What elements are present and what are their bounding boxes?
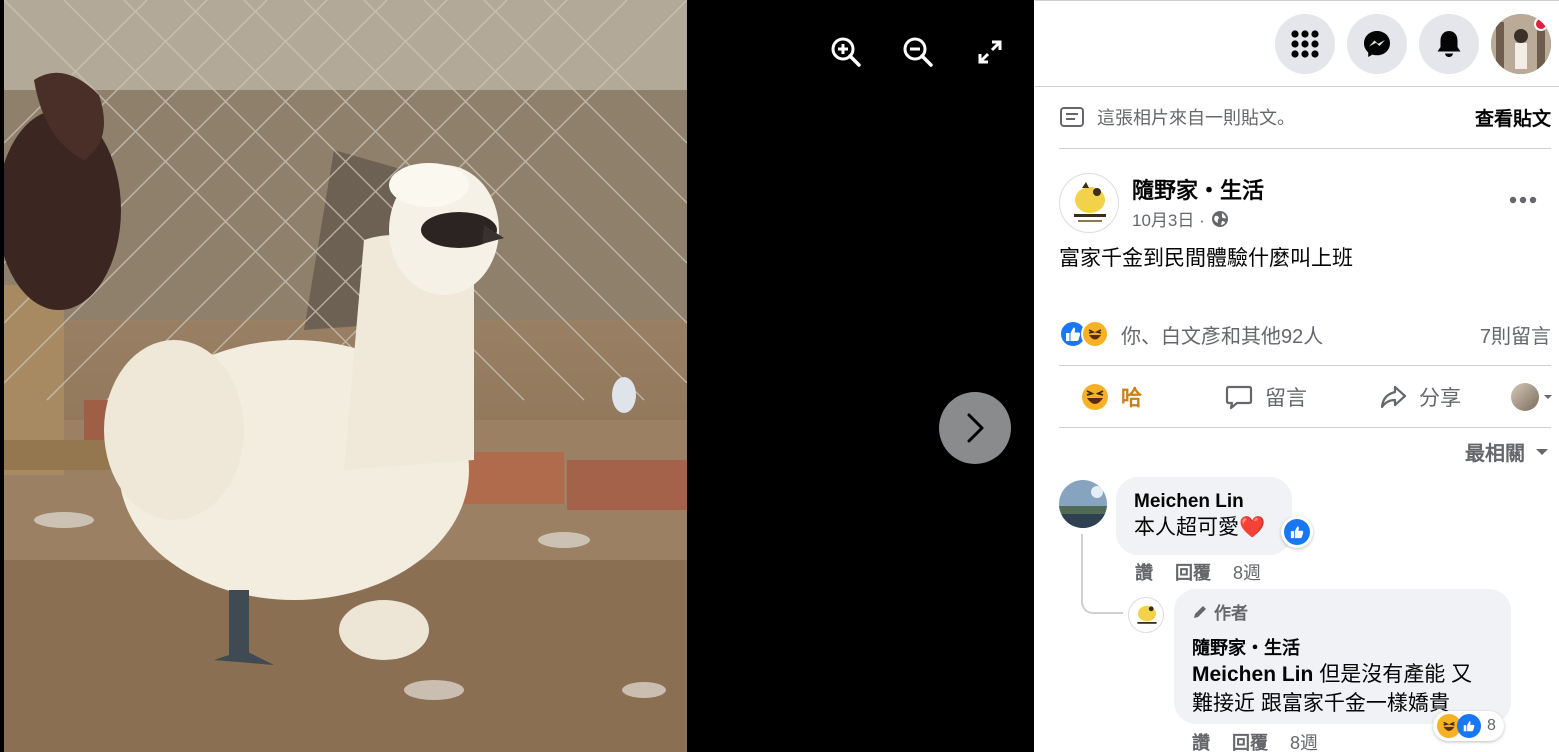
reply-like-link[interactable]: 讚 — [1192, 729, 1210, 752]
like-reaction-icon — [1457, 714, 1481, 738]
sort-label: 最相關 — [1465, 443, 1525, 465]
notifications-button[interactable] — [1419, 14, 1479, 74]
chevron-right-icon — [967, 413, 984, 443]
post-caption: 富家千金到民間體驗什麼叫上班 — [1059, 247, 1353, 270]
account-avatar[interactable] — [1491, 14, 1551, 74]
reply-reply-link[interactable]: 回覆 — [1232, 729, 1268, 752]
reply-actions: 讚 回覆 8週 — [1192, 729, 1318, 752]
post-icon — [1060, 107, 1084, 127]
post-panel: 這張相片來自一則貼文。 查看貼文 隨野家・生活 10月3日 · 富家千金到民間體… — [1035, 0, 1559, 752]
menu-grid-icon — [1291, 30, 1319, 58]
reaction-names[interactable]: 你、白文彥和其他92人 — [1121, 320, 1323, 349]
reply-author-avatar[interactable] — [1128, 597, 1164, 633]
post-meta: 10月3日 · — [1132, 206, 1229, 231]
avatar-photo — [1059, 480, 1107, 528]
author-badge-label: 作者 — [1214, 604, 1248, 623]
page-logo-icon — [1137, 605, 1157, 624]
caret-down-icon — [1536, 448, 1548, 455]
author-badge: 作者 — [1192, 599, 1493, 624]
reactions-summary: 你、白文彥和其他92人 7則留言 — [1059, 319, 1551, 349]
comment-icon — [1225, 385, 1253, 410]
from-post-notice: 這張相片來自一則貼文。 查看貼文 — [1059, 97, 1551, 137]
zoom-out-icon — [903, 37, 933, 67]
comment-text: 本人超可愛❤️ — [1134, 516, 1266, 539]
comment-time[interactable]: 8週 — [1233, 559, 1261, 585]
photo-illustration — [4, 0, 687, 752]
comment-reaction-badge[interactable] — [1281, 516, 1313, 548]
page-avatar[interactable] — [1059, 173, 1119, 233]
messenger-button[interactable] — [1347, 14, 1407, 74]
bell-icon — [1437, 31, 1461, 57]
post-date[interactable]: 10月3日 · — [1132, 206, 1205, 231]
reply-author[interactable]: 隨野家・生活 — [1192, 634, 1493, 660]
photo-viewer — [0, 0, 1034, 752]
top-bar — [1035, 1, 1559, 87]
chevron-down-icon — [1544, 395, 1552, 399]
more-horizontal-icon — [1509, 196, 1537, 204]
comment-actions: 讚 回覆 8週 — [1135, 559, 1261, 585]
comment-like-link[interactable]: 讚 — [1135, 559, 1153, 585]
comment-reply-link[interactable]: 回覆 — [1175, 559, 1211, 585]
mention-link[interactable]: Meichen Lin — [1192, 663, 1313, 686]
comment-sort-dropdown[interactable]: 最相關 — [1465, 437, 1549, 466]
comment-label: 留言 — [1265, 387, 1307, 410]
page-name-link[interactable]: 隨野家・生活 — [1132, 173, 1264, 205]
more-options-button[interactable] — [1505, 185, 1541, 215]
divider — [1059, 148, 1551, 149]
zoom-out-button[interactable] — [900, 34, 936, 70]
thumbs-up-icon — [1066, 327, 1081, 341]
reaction-profile-selector[interactable] — [1511, 383, 1553, 411]
comments-count[interactable]: 7則留言 — [1480, 320, 1551, 349]
globe-icon — [1211, 210, 1228, 227]
pencil-icon — [1194, 605, 1206, 618]
view-post-link[interactable]: 查看貼文 — [1475, 104, 1551, 131]
share-button[interactable]: 分享 — [1379, 382, 1461, 412]
photo — [4, 0, 687, 752]
fullscreen-button[interactable] — [972, 34, 1008, 70]
thumbs-up-icon — [1290, 526, 1304, 539]
next-photo-button[interactable] — [939, 392, 1011, 464]
like-reaction-icon — [1284, 519, 1310, 545]
from-post-text: 這張相片來自一則貼文。 — [1097, 108, 1295, 128]
avatar — [1511, 383, 1539, 411]
divider — [1059, 427, 1551, 428]
comment-bubble: Meichen Lin 本人超可愛❤️ — [1116, 477, 1292, 555]
comment-button[interactable]: 留言 — [1225, 382, 1307, 412]
reply-text-block: Meichen Lin 但是沒有產能 又難接近 跟富家千金一樣嬌貴 — [1192, 660, 1493, 718]
thumbs-up-icon — [1463, 721, 1475, 732]
zoom-in-button[interactable] — [828, 34, 864, 70]
reaction-count-number: 8 — [1487, 717, 1496, 734]
haha-icon — [1443, 721, 1455, 731]
reply-bubble: 作者 隨野家・生活 Meichen Lin 但是沒有產能 又難接近 跟富家千金一… — [1174, 589, 1511, 724]
notification-dot — [1534, 17, 1548, 31]
post-actions: 哈 留言 分享 — [1059, 367, 1559, 427]
thread-line — [1081, 534, 1123, 614]
menu-button[interactable] — [1275, 14, 1335, 74]
zoom-in-icon — [831, 37, 861, 67]
share-label: 分享 — [1419, 387, 1461, 410]
comment-author[interactable]: Meichen Lin — [1134, 491, 1274, 513]
messenger-icon — [1364, 31, 1390, 57]
haha-label: 哈 — [1121, 387, 1142, 410]
share-icon — [1380, 385, 1407, 409]
haha-icon — [1088, 329, 1102, 340]
divider — [1059, 365, 1551, 366]
haha-button[interactable]: 哈 — [1081, 382, 1142, 412]
expand-icon — [978, 40, 1002, 64]
page-logo-icon — [1074, 182, 1106, 222]
reply-reaction-count[interactable]: 8 — [1433, 711, 1504, 741]
commenter-avatar[interactable] — [1059, 480, 1107, 528]
haha-reaction-icon[interactable] — [1081, 320, 1109, 348]
haha-icon — [1082, 384, 1108, 410]
reply-time[interactable]: 8週 — [1290, 729, 1318, 752]
